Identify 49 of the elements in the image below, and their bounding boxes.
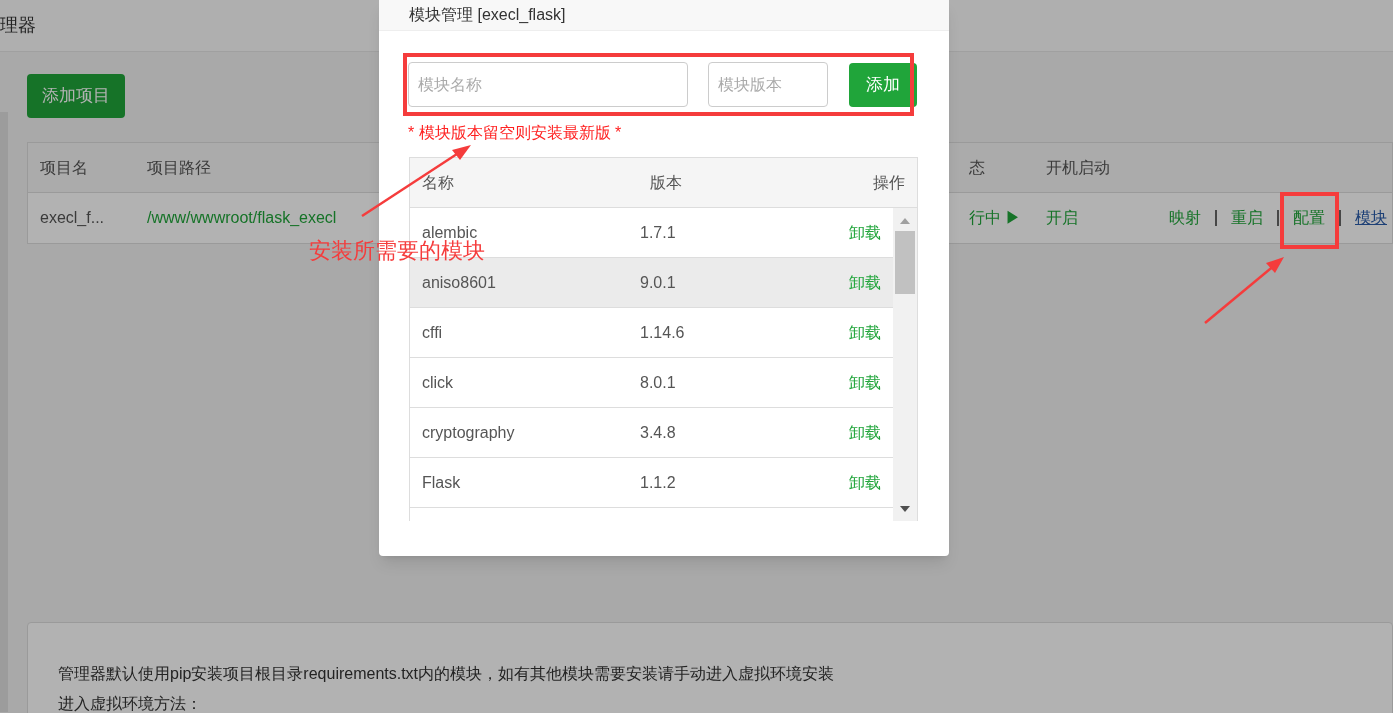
module-version: 1.14.6 [640,322,686,343]
uninstall-link[interactable]: 卸载 [849,270,893,295]
hint-text: * 模块版本留空则安装最新版 * [408,124,622,141]
uninstall-link[interactable]: 卸载 [849,320,893,345]
column-header: 开机启动 [1046,157,1111,178]
add-project-button[interactable]: 添加项目 [27,74,125,118]
module-name: click [421,372,455,393]
highlight-frame [1280,192,1339,249]
column-header: 操作 [872,172,906,193]
module-name: cffi [421,322,444,343]
action-link[interactable]: 重启 [1231,206,1263,230]
dialog-title: 模块管理 [execl_flask] [409,5,566,25]
scrollbar-thumb[interactable] [895,231,915,294]
module-name: cryptography [421,422,516,443]
scroll-up-icon[interactable] [900,218,910,224]
info-text: 进入虚拟环境方法： [58,694,203,713]
annotation-label: 安装所需要的模块 [309,238,485,265]
module-name-field[interactable]: 模块名称 [408,62,688,107]
action-link[interactable]: 映射 [1169,206,1201,230]
module-name: alembic [422,222,478,241]
arrow-icon [1203,255,1286,325]
autostart-status: 开启 [1046,208,1079,228]
action-link[interactable]: 模块 [1355,206,1387,230]
module-version: 3.4.8 [640,422,677,443]
uninstall-link[interactable]: 卸载 [849,370,893,395]
module-version: 1.1.2 [640,472,677,493]
uninstall-link[interactable]: 卸载 [849,470,893,495]
module-version-field[interactable]: 模块版本 [708,62,828,107]
column-header: 版本 [650,172,683,193]
project-status: 行中 ▶ [968,208,1023,228]
uninstall-link[interactable]: 卸载 [849,220,893,245]
module-name: aniso8601 [421,272,497,293]
module-version: 8.0.1 [640,372,677,393]
module-version: 1.7.1 [640,222,677,243]
column-header: 项目名 [39,157,89,178]
scrollbar[interactable] [893,208,917,521]
arrow-icon [360,144,473,218]
uninstall-link[interactable]: 卸载 [849,420,893,445]
project-name: execl_f... [39,208,106,228]
page-title: 理器 [0,14,36,37]
add-button[interactable]: 添加 [849,62,917,107]
column-header: 名称 [421,172,455,193]
scroll-down-icon[interactable] [900,506,910,512]
module-name: Flask [421,472,462,493]
action-link[interactable]: 配置 [1293,206,1325,230]
column-header: 态 [968,157,986,178]
module-version: 9.0.1 [640,272,677,293]
column-header: 项目路径 [147,157,212,178]
info-text: 管理器默认使用pip安装项目根目录requirements.txt内的模块，如有其他模块需要安装请手动进入虚拟环境安装 [58,664,836,684]
